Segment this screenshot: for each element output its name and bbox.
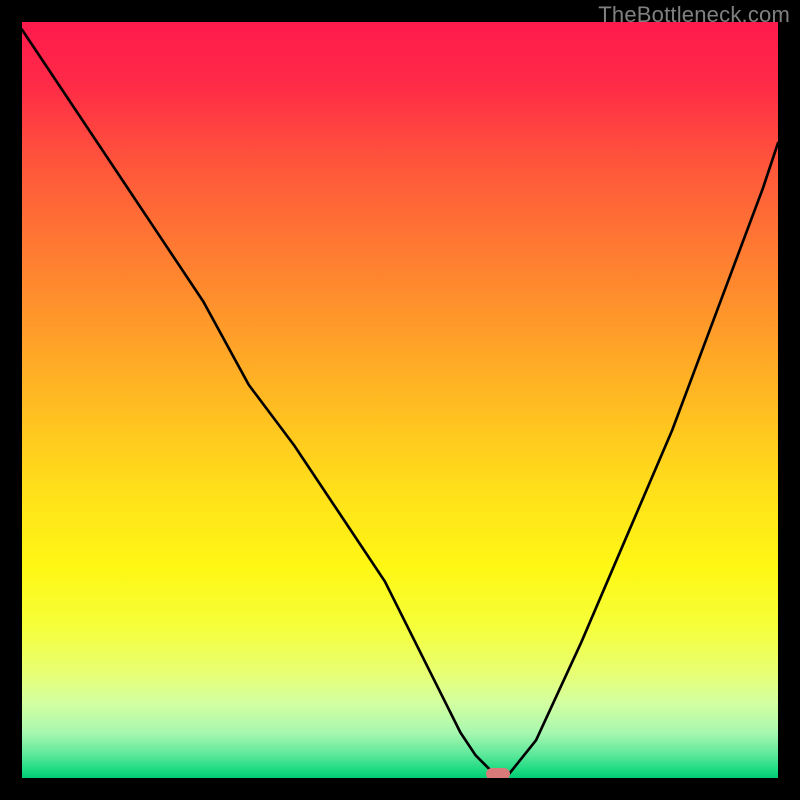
bottleneck-curve <box>22 22 778 778</box>
optimum-marker <box>486 768 510 778</box>
chart-frame: TheBottleneck.com <box>0 0 800 800</box>
plot-area <box>22 22 778 778</box>
curve-path <box>22 30 778 778</box>
watermark-text: TheBottleneck.com <box>598 2 790 28</box>
